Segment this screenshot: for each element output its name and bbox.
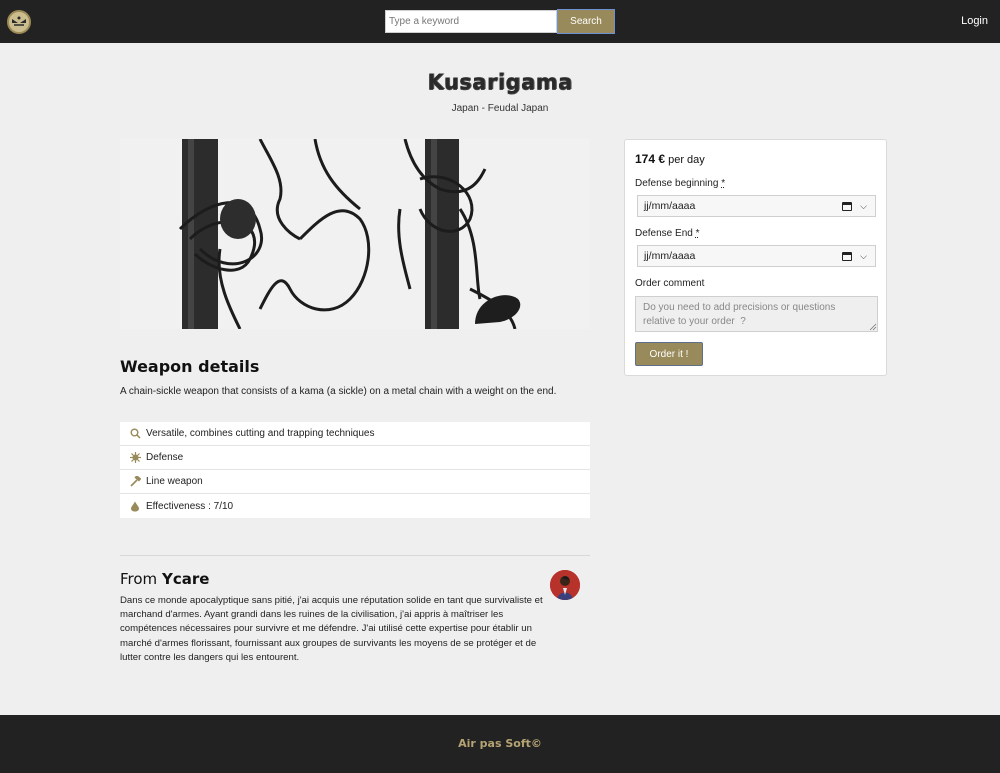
end-date-label-text: Defense End xyxy=(635,228,693,239)
comment-label: Order comment xyxy=(635,278,705,289)
order-button[interactable]: Order it ! xyxy=(635,342,703,366)
footer: Air pas Soft© xyxy=(0,715,1000,773)
details-description: A chain-sickle weapon that consists of a… xyxy=(120,386,557,397)
list-item: Versatile, combines cutting and trapping… xyxy=(120,422,590,446)
search-input[interactable] xyxy=(385,10,557,33)
footer-brand: Air pas Soft© xyxy=(458,737,542,750)
begin-date-label-text: Defense beginning xyxy=(635,178,719,189)
chevron-down-icon[interactable]: ⌵ xyxy=(860,251,867,262)
search-icon xyxy=(129,428,141,440)
begin-date-label: Defense beginning * xyxy=(635,178,725,189)
feature-list: Versatile, combines cutting and trapping… xyxy=(120,422,590,518)
begin-date-field[interactable]: jj/mm/aaaa ⌵ xyxy=(637,195,876,217)
weapon-origin: Japan - Feudal Japan xyxy=(451,103,549,114)
feature-text: Versatile, combines cutting and trapping… xyxy=(146,428,375,439)
page-title: Kusarigama xyxy=(427,70,573,94)
divider xyxy=(120,555,590,556)
login-link[interactable]: Login xyxy=(961,15,988,27)
order-card: 174 € per day Defense beginning * jj/mm/… xyxy=(624,139,887,376)
author-name[interactable]: Ycare xyxy=(162,570,209,588)
search-button[interactable]: Search xyxy=(557,9,615,34)
author-heading-prefix: From xyxy=(120,570,158,588)
list-item: Effectiveness : 7/10 xyxy=(120,494,590,518)
feature-text: Line weapon xyxy=(146,476,203,487)
calendar-icon[interactable] xyxy=(842,202,852,211)
list-item: Defense xyxy=(120,446,590,470)
price: 174 € per day xyxy=(635,152,705,166)
required-mark: * xyxy=(695,228,700,239)
logo-icon[interactable] xyxy=(7,10,31,34)
drop-icon xyxy=(129,500,141,512)
end-date-field[interactable]: jj/mm/aaaa ⌵ xyxy=(637,245,876,267)
resize-grip-icon[interactable] xyxy=(869,323,877,331)
feature-text: Effectiveness : 7/10 xyxy=(146,500,234,512)
navbar: Search Login xyxy=(0,0,1000,43)
author-bio: Dans ce monde apocalyptique sans pitié, … xyxy=(120,595,543,663)
weapon-image xyxy=(120,139,590,329)
feature-text: Defense xyxy=(146,452,184,463)
required-mark: * xyxy=(721,178,726,189)
order-comment-field[interactable] xyxy=(635,296,878,332)
avatar[interactable] xyxy=(550,570,580,600)
date-placeholder: jj/mm/aaaa xyxy=(644,250,696,262)
list-item: Line weapon xyxy=(120,470,590,494)
virus-icon xyxy=(129,452,141,464)
date-placeholder: jj/mm/aaaa xyxy=(644,200,696,212)
chevron-down-icon[interactable]: ⌵ xyxy=(860,201,867,212)
hammer-icon xyxy=(129,476,141,488)
details-heading: Weapon details xyxy=(120,357,260,376)
price-unit: per day xyxy=(668,154,705,166)
calendar-icon[interactable] xyxy=(842,252,852,261)
price-value: 174 € xyxy=(635,152,666,166)
end-date-label: Defense End * xyxy=(635,228,700,239)
author-heading: From Ycare xyxy=(120,570,209,588)
